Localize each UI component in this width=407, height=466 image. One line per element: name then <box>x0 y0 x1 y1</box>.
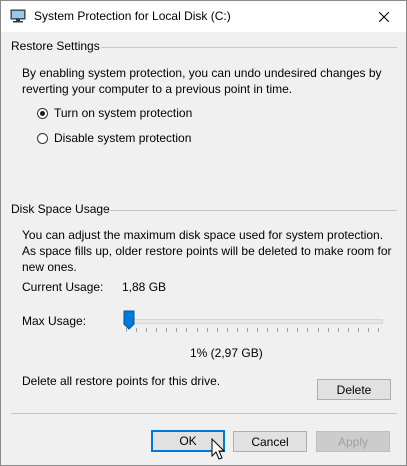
disk-space-description: You can adjust the maximum disk space us… <box>22 228 392 274</box>
restore-settings-heading: Restore Settings <box>11 39 100 53</box>
radio-button-selected[interactable] <box>37 107 48 119</box>
slider-tick <box>337 328 339 332</box>
slider-tick <box>206 328 208 332</box>
radio-label-disable: Disable system protection <box>54 131 192 145</box>
mouse-pointer-icon <box>211 438 226 460</box>
slider-tick <box>317 328 319 332</box>
footer-divider <box>11 413 397 414</box>
slider-tick <box>367 328 369 332</box>
slider-tick <box>307 328 309 332</box>
current-usage-value: 1,88 GB <box>122 280 167 294</box>
slider-tick <box>246 328 248 332</box>
radio-turn-on-protection[interactable]: Turn on system protection <box>37 106 192 120</box>
current-usage-label: Current Usage: <box>22 280 104 294</box>
slider-tick <box>277 328 279 332</box>
slider-tick <box>156 328 158 332</box>
delete-button[interactable]: Delete <box>317 379 391 400</box>
restore-settings-divider <box>101 47 397 48</box>
slider-tick <box>267 328 269 332</box>
max-usage-slider-thumb[interactable] <box>123 310 135 330</box>
max-usage-label: Max Usage: <box>22 314 87 328</box>
radio-disable-protection[interactable]: Disable system protection <box>37 131 191 145</box>
close-button[interactable] <box>362 1 406 32</box>
slider-ticks <box>126 328 379 332</box>
cancel-button[interactable]: Cancel <box>233 431 307 452</box>
title-bar[interactable]: System Protection for Local Disk (C:) <box>1 1 406 32</box>
slider-tick <box>176 328 178 332</box>
disk-space-divider <box>103 210 397 211</box>
disk-space-heading: Disk Space Usage <box>11 202 110 216</box>
slider-tick <box>357 328 359 332</box>
slider-tick <box>347 328 349 332</box>
slider-tick <box>216 328 218 332</box>
slider-tick <box>236 328 238 332</box>
slider-tick <box>146 328 148 332</box>
slider-tick <box>136 328 138 332</box>
computer-icon <box>10 9 26 23</box>
close-icon <box>379 11 389 22</box>
window-title: System Protection for Local Disk (C:) <box>34 9 231 23</box>
slider-tick <box>126 328 127 332</box>
max-usage-slider-track[interactable] <box>123 319 383 324</box>
slider-tick <box>327 328 329 332</box>
radio-label-turn-on: Turn on system protection <box>54 106 193 120</box>
radio-button-unselected[interactable] <box>37 132 48 144</box>
restore-settings-description: By enabling system protection, you can u… <box>22 66 382 96</box>
delete-restore-points-text: Delete all restore points for this drive… <box>22 374 221 388</box>
slider-tick <box>166 328 168 332</box>
system-protection-dialog: System Protection for Local Disk (C:) Re… <box>0 0 407 466</box>
slider-tick <box>257 328 259 332</box>
apply-button: Apply <box>316 431 390 452</box>
slider-tick <box>297 328 299 332</box>
slider-tick <box>196 328 198 332</box>
max-usage-value: 1% (2,97 GB) <box>190 346 263 360</box>
slider-tick <box>186 328 188 332</box>
slider-tick <box>287 328 289 332</box>
slider-tick <box>378 328 379 332</box>
slider-tick <box>226 328 228 332</box>
